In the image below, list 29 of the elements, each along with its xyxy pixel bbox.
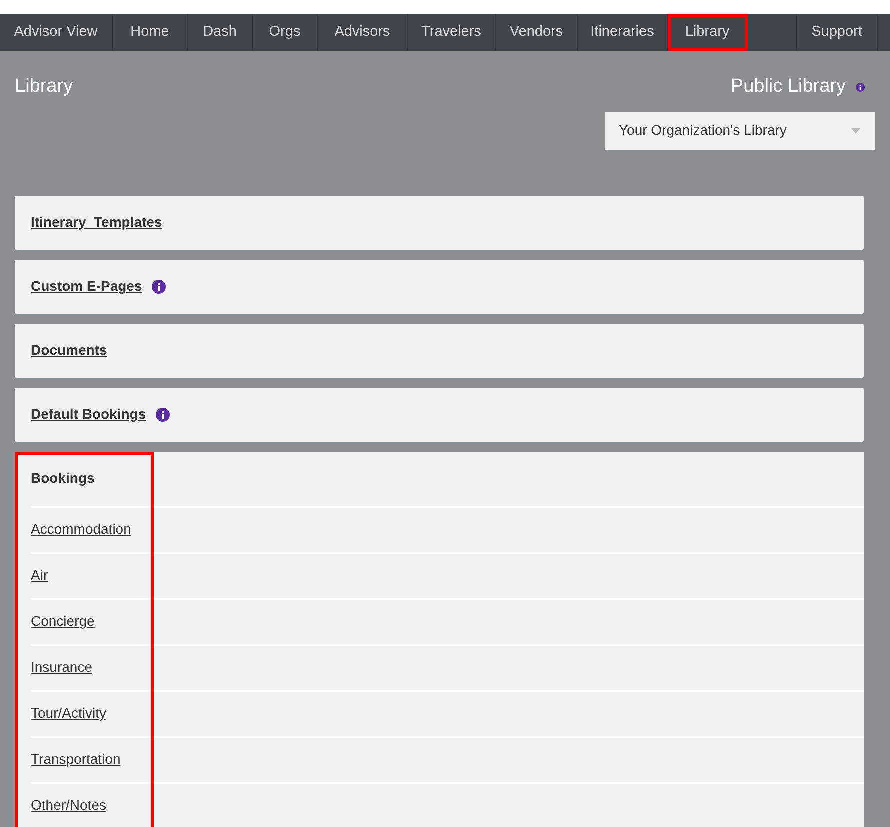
info-icon[interactable] — [856, 82, 865, 92]
nav-item[interactable]: Library — [668, 14, 748, 51]
booking-link[interactable]: Transportation — [31, 749, 121, 770]
booking-link[interactable]: Tour/Activity — [31, 703, 106, 724]
nav-item[interactable]: Vendors — [496, 14, 578, 51]
nav-item[interactable]: Advisors — [318, 14, 408, 51]
section-link[interactable]: Documents — [31, 340, 108, 361]
booking-link[interactable]: Other/Notes — [31, 795, 106, 816]
info-icon[interactable] — [152, 280, 166, 294]
nav-item[interactable]: Advisor View — [0, 14, 113, 51]
section-link[interactable]: Itinerary Templates — [31, 212, 162, 233]
booking-link[interactable]: Insurance — [31, 657, 92, 678]
section-link[interactable]: Default Bookings — [31, 404, 146, 425]
caret-icon — [851, 128, 861, 134]
booking-link[interactable]: Concierge — [31, 611, 95, 632]
page-title: Library — [15, 75, 74, 99]
nav-item[interactable]: Itineraries — [578, 14, 668, 51]
library-select[interactable]: Your Organization's Library — [605, 112, 875, 150]
booking-link[interactable]: Accommodation — [31, 519, 132, 540]
nav-item[interactable]: Orgs — [253, 14, 318, 51]
info-icon[interactable] — [156, 408, 170, 422]
booking-link[interactable]: Air — [31, 565, 48, 586]
bookings-heading: Bookings — [31, 469, 95, 488]
nav-item[interactable]: Dash — [188, 14, 253, 51]
section-link[interactable]: Custom E-Pages — [31, 276, 142, 297]
nav-item[interactable]: Travelers — [408, 14, 496, 51]
nav-item[interactable]: Home — [113, 14, 188, 51]
nav-item[interactable]: Support — [797, 14, 878, 51]
public-library-label: Public Library — [730, 75, 846, 99]
